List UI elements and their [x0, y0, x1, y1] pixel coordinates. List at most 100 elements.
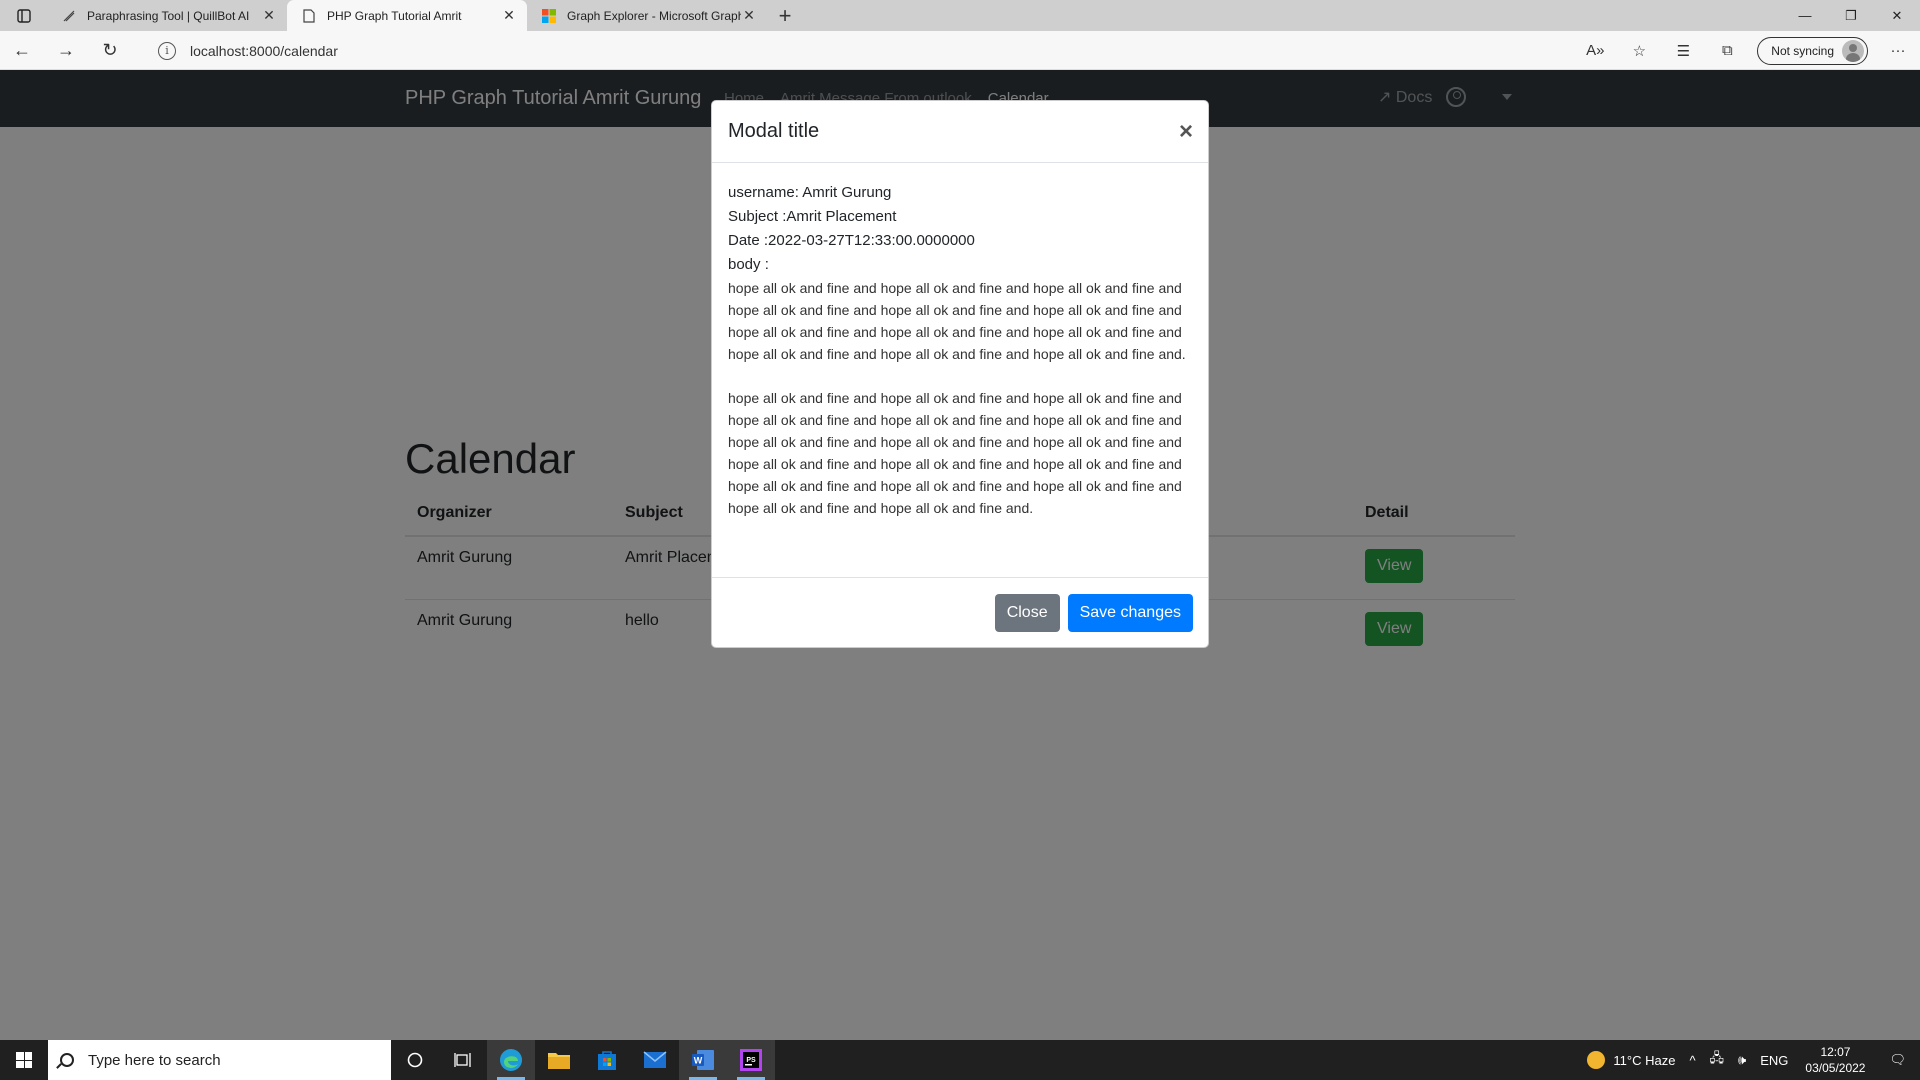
taskbar-app-phpstorm[interactable]: PS — [727, 1040, 775, 1080]
cortana-icon — [407, 1052, 423, 1068]
refresh-button[interactable]: ↻ — [88, 31, 132, 70]
chevron-up-icon: ^ — [1689, 1052, 1696, 1068]
favorites-icon: ☰ — [1676, 42, 1691, 60]
settings-menu-button[interactable]: ··· — [1876, 31, 1920, 70]
folder-icon — [548, 1053, 570, 1069]
read-aloud-icon: A» — [1586, 42, 1605, 59]
close-window-button[interactable]: ✕ — [1874, 0, 1920, 31]
volume-button[interactable]: 🕪 — [1731, 1052, 1753, 1068]
weather-text: 11°C Haze — [1613, 1052, 1676, 1068]
sync-label: Not syncing — [1771, 43, 1834, 58]
page-icon — [301, 8, 317, 24]
tab-title: PHP Graph Tutorial Amrit — [327, 8, 462, 23]
clock-date: 03/05/2022 — [1805, 1061, 1866, 1075]
weather-icon — [1587, 1051, 1606, 1069]
subject-line: Subject :Amrit Placement — [728, 208, 897, 225]
back-button[interactable]: ← — [0, 31, 44, 70]
favorites-button[interactable]: ☰ — [1661, 31, 1705, 70]
network-icon: 🖧 — [1709, 1050, 1725, 1065]
close-icon[interactable]: × — [1179, 118, 1193, 146]
quillbot-icon — [61, 8, 77, 24]
taskbar-app-store[interactable] — [583, 1040, 631, 1080]
weather-widget[interactable]: 11°C Haze — [1580, 1051, 1682, 1069]
network-button[interactable]: 🖧 — [1703, 1049, 1732, 1071]
notifications-button[interactable]: 🗨 — [1875, 1052, 1920, 1068]
plus-icon: + — [778, 2, 792, 28]
word-icon: W — [692, 1050, 714, 1070]
username-line: username: Amrit Gurung — [728, 184, 892, 201]
taskbar-search-box[interactable]: Type here to search — [48, 1040, 391, 1080]
close-tab-icon[interactable]: ✕ — [501, 7, 517, 24]
modal-footer: Close Save changes — [712, 577, 1208, 647]
phpstorm-icon: PS — [740, 1049, 762, 1071]
url-text: localhost:8000/calendar — [190, 42, 338, 59]
close-tab-icon[interactable]: ✕ — [261, 7, 277, 24]
tab-quillbot[interactable]: Paraphrasing Tool | QuillBot AI ✕ — [47, 0, 287, 31]
arrow-right-icon: → — [57, 39, 75, 60]
taskbar-app-edge[interactable] — [487, 1040, 535, 1080]
tab-title: Paraphrasing Tool | QuillBot AI — [87, 8, 250, 23]
task-view-icon — [454, 1053, 471, 1067]
refresh-icon: ↻ — [102, 39, 118, 60]
modal-header: Modal title × — [712, 101, 1208, 163]
windows-logo-icon — [16, 1052, 32, 1068]
avatar — [1842, 39, 1864, 62]
search-icon — [60, 1053, 74, 1067]
system-tray: 11°C Haze ^ 🖧 🕪 ENG 12:07 03/05/2022 🗨 — [1580, 1040, 1920, 1080]
add-favorite-button[interactable]: ☆ — [1617, 31, 1661, 70]
windows-taskbar: Type here to search W PS 11°C Haze ^ 🖧 🕪… — [0, 1040, 1920, 1080]
address-bar[interactable]: i localhost:8000/calendar — [144, 35, 1584, 66]
site-info-icon[interactable]: i — [158, 41, 176, 60]
svg-text:PS: PS — [746, 1057, 756, 1064]
microsoft-icon — [541, 8, 557, 24]
svg-text:W: W — [694, 1056, 703, 1066]
tab-php-graph-tutorial[interactable]: PHP Graph Tutorial Amrit ✕ — [287, 0, 527, 31]
taskbar-app-word[interactable]: W — [679, 1040, 727, 1080]
modal-title: Modal title — [728, 120, 820, 142]
read-aloud-button[interactable]: A» — [1573, 31, 1617, 70]
modal-body: username: Amrit Gurung Subject :Amrit Pl… — [712, 163, 1208, 519]
minimize-button[interactable]: — — [1782, 0, 1828, 31]
star-plus-icon: ☆ — [1632, 42, 1647, 60]
task-view-button[interactable] — [439, 1040, 487, 1080]
taskbar-app-file-explorer[interactable] — [535, 1040, 583, 1080]
language-indicator[interactable]: ENG — [1753, 1053, 1795, 1068]
close-button[interactable]: Close — [994, 593, 1060, 632]
profile-sync-button[interactable]: Not syncing — [1757, 36, 1868, 65]
body-label: body : — [728, 256, 769, 273]
event-detail-modal: Modal title × username: Amrit Gurung Sub… — [711, 100, 1209, 648]
tab-title: Graph Explorer - Microsoft Graph — [567, 8, 741, 23]
browser-window: Paraphrasing Tool | QuillBot AI ✕ PHP Gr… — [0, 0, 1920, 1080]
tab-graph-explorer[interactable]: Graph Explorer - Microsoft Graph ✕ — [527, 0, 767, 31]
window-controls: — ❐ ✕ — [1782, 0, 1920, 31]
restore-button[interactable]: ❐ — [1828, 0, 1874, 31]
store-icon — [598, 1051, 616, 1070]
clock[interactable]: 12:07 03/05/2022 — [1795, 1044, 1875, 1076]
more-icon: ··· — [1890, 42, 1906, 59]
arrow-left-icon: ← — [13, 39, 31, 60]
show-hidden-icons-button[interactable]: ^ — [1682, 1053, 1702, 1068]
forward-button[interactable]: → — [44, 31, 88, 70]
save-changes-button[interactable]: Save changes — [1067, 593, 1193, 632]
start-button[interactable] — [0, 1040, 48, 1080]
body-paragraph: hope all ok and fine and hope all ok and… — [728, 390, 1182, 516]
speaker-icon: 🕪 — [1738, 1052, 1747, 1067]
date-line: Date :2022-03-27T12:33:00.0000000 — [728, 232, 975, 249]
search-placeholder: Type here to search — [88, 1051, 221, 1069]
edge-icon — [500, 1049, 522, 1071]
browser-toolbar: ← → ↻ i localhost:8000/calendar A» ☆ ☰ ⧉… — [0, 31, 1920, 70]
notification-icon: 🗨 — [1889, 1052, 1906, 1067]
collections-icon: ⧉ — [1721, 42, 1733, 59]
mail-icon — [643, 1051, 667, 1068]
toolbar-right: A» ☆ ☰ ⧉ Not syncing ··· — [1573, 31, 1920, 70]
close-tab-icon[interactable]: ✕ — [741, 7, 757, 24]
clock-time: 12:07 — [1820, 1045, 1851, 1059]
web-page: PHP Graph Tutorial Amrit Gurung Home Amr… — [0, 70, 1920, 1040]
new-tab-button[interactable]: + — [767, 0, 803, 31]
tab-strip: Paraphrasing Tool | QuillBot AI ✕ PHP Gr… — [0, 0, 1920, 31]
collections-button[interactable]: ⧉ — [1705, 31, 1749, 70]
cortana-button[interactable] — [391, 1040, 439, 1080]
taskbar-app-mail[interactable] — [631, 1040, 679, 1080]
body-paragraph: hope all ok and fine and hope all ok and… — [728, 280, 1186, 362]
tab-actions-button[interactable] — [0, 0, 47, 31]
